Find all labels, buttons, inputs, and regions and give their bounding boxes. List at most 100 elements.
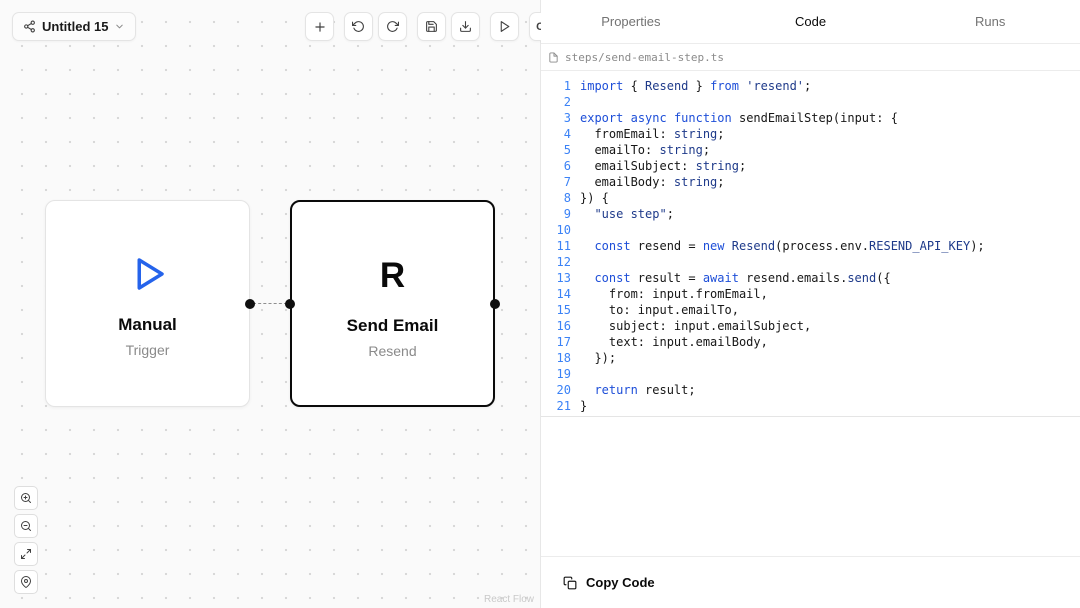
zoom-in-icon (20, 492, 32, 504)
code-line: 6 emailSubject: string; (541, 158, 1080, 174)
line-number: 17 (541, 334, 571, 350)
code-line: 16 subject: input.emailSubject, (541, 318, 1080, 334)
code-line: 10 (541, 222, 1080, 238)
code-text: from: input.fromEmail, (571, 286, 768, 302)
download-button[interactable] (451, 12, 480, 41)
copy-code-label: Copy Code (586, 575, 655, 590)
save-icon (425, 20, 438, 33)
code-line: 12 (541, 254, 1080, 270)
node-title: Send Email (347, 316, 439, 336)
code-text: emailTo: string; (571, 142, 710, 158)
line-number: 5 (541, 142, 571, 158)
workflow-canvas[interactable]: Untitled 15 (0, 0, 541, 608)
code-line: 21} (541, 398, 1080, 414)
line-number: 13 (541, 270, 571, 286)
run-workflow-button[interactable] (490, 12, 519, 41)
code-line: 7 emailBody: string; (541, 174, 1080, 190)
app-root: Untitled 15 (0, 0, 1080, 608)
node-manual-trigger[interactable]: Manual Trigger (45, 200, 250, 407)
tab-properties[interactable]: Properties (541, 0, 721, 43)
file-path: steps/send-email-step.ts (565, 51, 724, 64)
fit-view-button[interactable] (14, 542, 38, 566)
code-text: return result; (571, 382, 696, 398)
line-number: 8 (541, 190, 571, 206)
code-line: 19 (541, 366, 1080, 382)
code-text: }) { (571, 190, 609, 206)
code-text: const result = await resend.emails.send(… (571, 270, 891, 286)
code-line: 17 text: input.emailBody, (541, 334, 1080, 350)
panel-bottom-bar: Copy Code (541, 556, 1080, 608)
line-number: 3 (541, 110, 571, 126)
pin-icon (20, 576, 32, 588)
redo-button[interactable] (378, 12, 407, 41)
code-text: to: input.emailTo, (571, 302, 739, 318)
line-number: 10 (541, 222, 571, 238)
code-text: emailBody: string; (571, 174, 725, 190)
line-number: 1 (541, 78, 571, 94)
play-trigger-icon (127, 253, 169, 295)
code-text: }); (571, 350, 616, 366)
handle-sendemail-target[interactable] (285, 299, 295, 309)
code-line: 4 fromEmail: string; (541, 126, 1080, 142)
code-text (571, 222, 580, 238)
code-line: 15 to: input.emailTo, (541, 302, 1080, 318)
zoom-out-button[interactable] (14, 514, 38, 538)
code-text: import { Resend } from 'resend'; (571, 78, 811, 94)
handle-sendemail-source[interactable] (490, 299, 500, 309)
zoom-out-icon (20, 520, 32, 532)
code-line: 1import { Resend } from 'resend'; (541, 78, 1080, 94)
tab-code[interactable]: Code (721, 0, 901, 43)
line-number: 7 (541, 174, 571, 190)
code-line: 20 return result; (541, 382, 1080, 398)
node-title: Manual (118, 315, 177, 335)
line-number: 9 (541, 206, 571, 222)
copy-code-button[interactable]: Copy Code (563, 575, 655, 590)
code-text: "use step"; (571, 206, 674, 222)
code-text: subject: input.emailSubject, (571, 318, 811, 334)
tab-runs[interactable]: Runs (900, 0, 1080, 43)
file-path-bar: steps/send-email-step.ts (541, 44, 1080, 71)
toggle-interactivity-button[interactable] (14, 570, 38, 594)
code-lines: 1import { Resend } from 'resend';23expor… (541, 78, 1080, 417)
workflow-name-button[interactable]: Untitled 15 (12, 12, 136, 41)
code-editor[interactable]: 1import { Resend } from 'resend';23expor… (541, 71, 1080, 556)
code-line: 3export async function sendEmailStep(inp… (541, 110, 1080, 126)
node-subtitle: Resend (368, 343, 416, 359)
line-number: 18 (541, 350, 571, 366)
code-text: fromEmail: string; (571, 126, 725, 142)
handle-manual-source[interactable] (245, 299, 255, 309)
line-number: 20 (541, 382, 571, 398)
file-icon (548, 52, 559, 63)
add-node-button[interactable] (305, 12, 334, 41)
play-icon (498, 20, 511, 33)
line-number: 2 (541, 94, 571, 110)
workflow-name-label: Untitled 15 (42, 19, 108, 34)
line-number: 19 (541, 366, 571, 382)
canvas-controls (14, 486, 38, 594)
code-line: 18 }); (541, 350, 1080, 366)
chevron-down-icon (114, 21, 125, 32)
code-line: 11 const resend = new Resend(process.env… (541, 238, 1080, 254)
line-number: 14 (541, 286, 571, 302)
line-number: 6 (541, 158, 571, 174)
panel-tabs: Properties Code Runs (541, 0, 1080, 44)
code-line: 14 from: input.fromEmail, (541, 286, 1080, 302)
save-button[interactable] (417, 12, 446, 41)
undo-icon (352, 20, 365, 33)
code-text: const resend = new Resend(process.env.RE… (571, 238, 985, 254)
node-send-email[interactable]: R Send Email Resend (290, 200, 495, 407)
react-flow-attribution: React Flow (484, 594, 534, 605)
code-text: } (571, 398, 587, 414)
line-number: 21 (541, 398, 571, 414)
line-number: 16 (541, 318, 571, 334)
canvas-toolbar: CT (305, 12, 558, 41)
code-line: 9 "use step"; (541, 206, 1080, 222)
code-text: export async function sendEmailStep(inpu… (571, 110, 898, 126)
code-text (571, 254, 580, 270)
zoom-in-button[interactable] (14, 486, 38, 510)
undo-button[interactable] (344, 12, 373, 41)
code-line: 8}) { (541, 190, 1080, 206)
line-number: 12 (541, 254, 571, 270)
line-number: 4 (541, 126, 571, 142)
line-number: 15 (541, 302, 571, 318)
